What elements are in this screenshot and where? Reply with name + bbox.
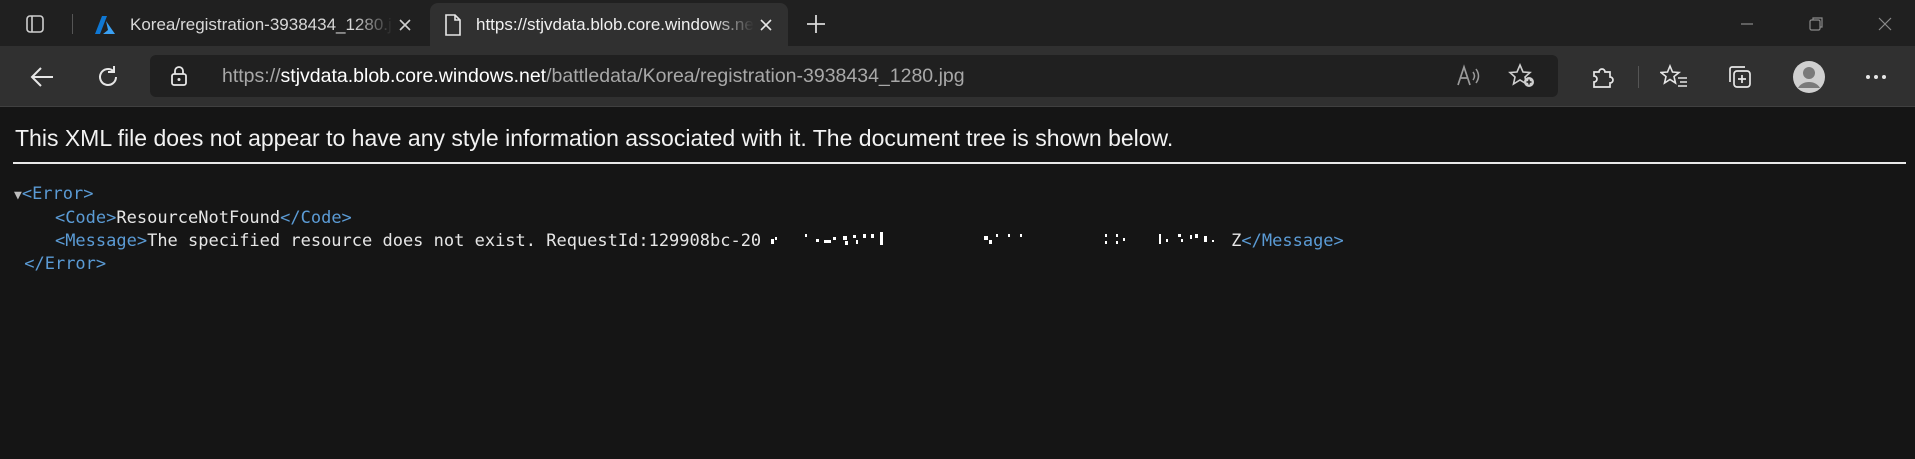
tab-close-button[interactable] [754,13,778,37]
close-icon [1878,17,1892,31]
profile-button[interactable] [1791,59,1827,95]
back-button[interactable] [24,59,60,95]
extensions-button[interactable] [1585,59,1621,95]
url-scheme: https:// [222,65,281,87]
settings-more-button[interactable] [1858,59,1894,95]
tab-bar: Korea/registration-3938434_1280.jpg http… [0,0,1915,46]
collections-button[interactable] [1722,59,1758,95]
tab-actions-button[interactable] [14,8,56,40]
toolbar-separator [1638,66,1639,88]
browser-toolbar: https://stjvdata.blob.core.windows.net/b… [0,46,1915,107]
tab-korea-registration[interactable]: Korea/registration-3938434_1280.jpg [80,3,427,46]
tab-title: https://stjvdata.blob.core.windows.net/b… [476,14,754,34]
close-icon [399,18,411,31]
url-path: /battledata/Korea/registration-3938434_1… [546,65,965,87]
redacted-request-id [771,232,1215,245]
xml-message-open-tag: <Message> [54,231,148,251]
xml-code-open-tag: <Code> [54,208,117,228]
tab-actions-icon [26,15,44,33]
tab-blob-url[interactable]: https://stjvdata.blob.core.windows.net/b… [430,3,788,46]
xml-style-notice: This XML file does not appear to have an… [15,125,1174,151]
favorites-icon [1660,64,1687,87]
restore-button[interactable] [1793,10,1839,38]
url-text[interactable]: https://stjvdata.blob.core.windows.net/b… [222,65,965,88]
xml-message-tail: Z [1231,231,1242,251]
tab-title: Korea/registration-3938434_1280.jpg [130,14,393,34]
refresh-icon [99,66,117,86]
minimize-icon [1741,23,1753,25]
plus-icon [807,15,825,33]
refresh-button[interactable] [90,59,126,95]
xml-error-open-tag: <Error> [21,184,94,204]
star-add-icon [1508,62,1534,87]
xml-code-value: ResourceNotFound [116,208,281,228]
read-aloud-icon [1457,64,1480,86]
url-host: stjvdata.blob.core.windows.net [280,65,547,87]
xml-error-close-tag: </Error> [24,254,107,274]
xml-message-value: The specified resource does not exist. R… [147,231,762,251]
xml-tree: ▼<Error> <Code>ResourceNotFound</Code> <… [14,183,1344,276]
collapse-triangle-icon[interactable]: ▼ [14,188,22,203]
xml-message-close-tag: </Message> [1241,231,1344,251]
collections-icon [1729,66,1751,88]
minimize-button[interactable] [1724,10,1770,38]
favorites-button[interactable] [1656,59,1692,95]
page-icon [445,13,461,36]
puzzle-icon [1593,68,1614,88]
tab-separator [72,14,73,34]
tab-close-button[interactable] [393,13,417,37]
add-favorite-button[interactable] [1508,62,1536,94]
restore-icon [1809,17,1823,31]
lock-icon[interactable] [170,65,188,92]
close-icon [760,18,772,31]
new-tab-button[interactable] [800,10,832,38]
arrow-left-icon [30,67,53,87]
read-aloud-button[interactable] [1456,64,1482,93]
divider [13,162,1906,164]
address-bar[interactable]: https://stjvdata.blob.core.windows.net/b… [150,55,1558,97]
azure-icon [95,15,115,34]
xml-code-close-tag: </Code> [280,208,352,228]
more-icon [1866,75,1886,79]
close-window-button[interactable] [1862,10,1908,38]
avatar-icon [1793,61,1825,93]
